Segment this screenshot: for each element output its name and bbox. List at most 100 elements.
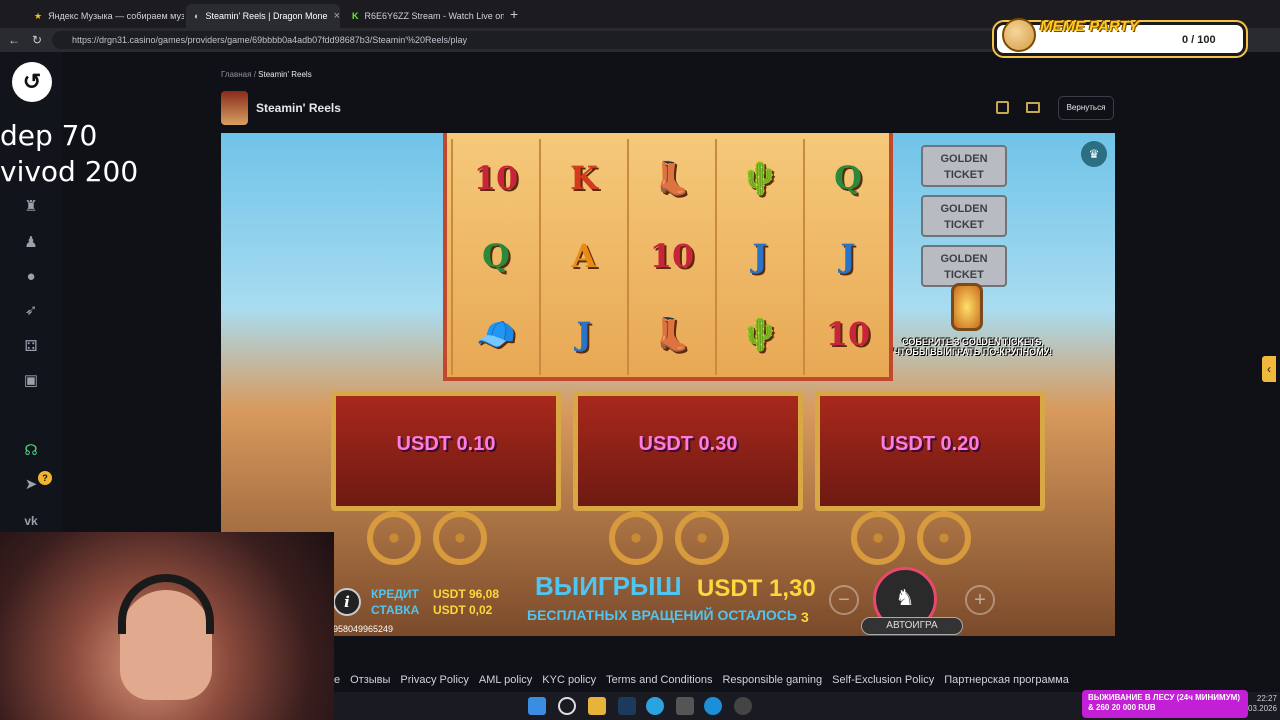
footer-link-kyc[interactable]: KYC policy bbox=[542, 674, 596, 686]
game-canvas[interactable]: 10 Q 🧢 K A J 👢 10 👢 🌵 J 🌵 Q J 10 GOLDEN TICKET GOLDEN … bbox=[221, 133, 1115, 636]
bet-increase-button[interactable]: + bbox=[965, 585, 995, 615]
free-spins-label: БЕСПЛАТНЫХ ВРАЩЕНИЙ ОСТАЛОСЬ bbox=[527, 607, 797, 623]
vk-icon[interactable]: vk bbox=[20, 510, 42, 532]
dice-icon[interactable]: ⚃ bbox=[20, 336, 42, 358]
chevron-left-icon[interactable]: ‹ bbox=[1262, 356, 1276, 382]
reel-symbol-10: 10 bbox=[473, 159, 519, 197]
meme-party-title: MEME PARTY bbox=[1040, 18, 1139, 35]
reel-column: 10 Q 🧢 bbox=[451, 139, 537, 375]
golden-ticket-message: СОБЕРИТЕ 3 GOLDEN TICKETS, ЧТОБЫ ВЫИГРАТ… bbox=[893, 337, 1053, 357]
breadcrumb-home[interactable]: Главная bbox=[221, 70, 251, 79]
reel-symbol-10: 10 bbox=[649, 237, 695, 275]
obs-icon[interactable] bbox=[734, 697, 752, 715]
bomb-icon[interactable]: ● bbox=[20, 266, 42, 288]
wagon-wheel bbox=[609, 511, 663, 565]
footer-link[interactable]: е bbox=[334, 674, 340, 686]
free-spins-count: 3 bbox=[801, 609, 809, 625]
clock-date: 03.2026 bbox=[1248, 704, 1277, 713]
theatre-mode-icon[interactable] bbox=[1026, 102, 1040, 113]
gift-icon[interactable]: ▣ bbox=[20, 370, 42, 392]
info-button[interactable]: i bbox=[333, 588, 361, 616]
support-headset-icon[interactable]: ☊ bbox=[20, 440, 42, 462]
footer-link-privacy[interactable]: Privacy Policy bbox=[400, 674, 468, 686]
stream-goal-progress: & 260 20 000 RUB bbox=[1088, 703, 1156, 712]
overlay-line-deposit: dep 70 bbox=[0, 119, 98, 152]
win-value: USDT 1,30 bbox=[697, 575, 816, 602]
steam-icon[interactable] bbox=[618, 697, 636, 715]
reel-symbol-cactus: 🌵 bbox=[740, 159, 780, 197]
wagon-prize-label: USDT 0.30 bbox=[638, 433, 738, 455]
reel-symbol-j: J bbox=[576, 315, 592, 353]
reel-column: 👢 10 👢 bbox=[627, 139, 713, 375]
music-icon: ★ bbox=[34, 10, 43, 21]
system-clock: 22:27 03.2026 bbox=[1248, 694, 1277, 714]
reel-symbol-j: J bbox=[752, 237, 768, 275]
app-icon[interactable] bbox=[676, 697, 694, 715]
reel-symbol-a: A bbox=[571, 237, 597, 275]
stream-goal-banner: ВЫЖИВАНИЕ В ЛЕСУ (24ч МИНИМУМ) & 260 20 … bbox=[1082, 690, 1248, 718]
reload-icon[interactable]: ↻ bbox=[32, 33, 42, 47]
reel-symbol-boots: 👢 bbox=[652, 315, 692, 353]
back-button[interactable]: Вернуться bbox=[1058, 96, 1114, 120]
footer-link-reviews[interactable]: Отзывы bbox=[350, 674, 390, 686]
stream-overlay-text: dep 70 vivod 200 bbox=[0, 118, 138, 190]
new-tab-icon[interactable]: + bbox=[510, 6, 518, 22]
edge-icon[interactable] bbox=[704, 697, 722, 715]
bet-decrease-button[interactable]: − bbox=[829, 585, 859, 615]
reel-symbol-q: Q bbox=[834, 159, 862, 197]
reel-symbol-k: K bbox=[570, 159, 598, 197]
tab-label: Steamin' Reels | Dragon Mone bbox=[205, 11, 328, 21]
clock-time: 22:27 bbox=[1256, 694, 1277, 703]
footer-link-terms[interactable]: Terms and Conditions bbox=[606, 674, 712, 686]
user-icon[interactable]: ♟ bbox=[20, 232, 42, 254]
footer-link-self-exclusion[interactable]: Self-Exclusion Policy bbox=[832, 674, 934, 686]
rocket-icon[interactable]: ➶ bbox=[20, 300, 42, 322]
autoplay-button[interactable]: АВТОИГРА bbox=[861, 617, 963, 635]
tab-kick-stream[interactable]: K R6E6Y6ZZ Stream - Watch Live on × bbox=[344, 4, 504, 28]
tab-steamin-reels[interactable]: ◐ Steamin' Reels | Dragon Mone × bbox=[186, 4, 340, 28]
search-icon[interactable] bbox=[558, 697, 576, 715]
breadcrumb: Главная / Steamin' Reels bbox=[221, 70, 312, 79]
credit-label: КРЕДИТ bbox=[371, 587, 419, 601]
close-icon[interactable]: × bbox=[334, 10, 340, 22]
dragon-logo-icon[interactable]: ↺ bbox=[12, 62, 52, 102]
golden-ticket: GOLDEN TICKET bbox=[921, 245, 1007, 287]
footer-link-responsible[interactable]: Responsible gaming bbox=[722, 674, 822, 686]
lantern-icon bbox=[951, 283, 983, 331]
reel-column: 🌵 J 🌵 bbox=[715, 139, 801, 375]
reel-grid: 10 Q 🧢 K A J 👢 10 👢 🌵 J 🌵 Q J 10 bbox=[443, 133, 893, 381]
wagon-prize-label: USDT 0.20 bbox=[880, 433, 980, 455]
back-arrow-icon[interactable]: ← bbox=[8, 33, 20, 47]
telegram-taskbar-icon[interactable] bbox=[646, 697, 664, 715]
reel-symbol-boots: 👢 bbox=[652, 159, 692, 197]
wagon-prize-label: USDT 0.10 bbox=[396, 433, 496, 455]
bet-value: USDT 0,02 bbox=[433, 603, 493, 617]
folder-icon[interactable] bbox=[588, 697, 606, 715]
footer-link-aml[interactable]: AML policy bbox=[479, 674, 532, 686]
reel-symbol-cactus: 🌵 bbox=[740, 315, 780, 353]
wagon-wheel bbox=[917, 511, 971, 565]
overlay-line-withdraw: vivod 200 bbox=[0, 155, 139, 188]
feature-bonus-icon[interactable]: ♛ bbox=[1081, 141, 1107, 167]
golden-ticket: GOLDEN TICKET bbox=[921, 145, 1007, 187]
kick-icon: K bbox=[352, 11, 359, 21]
reel-symbol-j: J bbox=[840, 237, 856, 275]
meme-party-count: 0 / 100 bbox=[1182, 34, 1216, 46]
win-label: ВЫИГРЫШ bbox=[535, 571, 682, 601]
notification-badge: ? bbox=[38, 471, 52, 485]
tab-label: R6E6Y6ZZ Stream - Watch Live on bbox=[364, 11, 505, 21]
reel-symbol-q: Q bbox=[482, 237, 510, 275]
footer-link-partners[interactable]: Партнерская программа bbox=[944, 674, 1069, 686]
golden-ticket: GOLDEN TICKET bbox=[921, 195, 1007, 237]
windows-start-icon[interactable] bbox=[528, 697, 546, 715]
bet-label: СТАВКА bbox=[371, 603, 420, 617]
footer-links: е Отзывы Privacy Policy AML policy KYC p… bbox=[334, 674, 1069, 686]
fullscreen-icon[interactable] bbox=[996, 101, 1009, 114]
trophy-icon[interactable]: ♜ bbox=[20, 196, 42, 218]
reel-symbol-cap: 🧢 bbox=[476, 315, 516, 353]
tab-yandex-music[interactable]: ★ Яндекс Музыка — собираем муз × bbox=[26, 4, 184, 28]
breadcrumb-current: Steamin' Reels bbox=[258, 70, 312, 79]
page-title: Steamin' Reels bbox=[256, 101, 341, 115]
doge-icon bbox=[1002, 18, 1036, 52]
credit-value: USDT 96,08 bbox=[433, 587, 500, 601]
